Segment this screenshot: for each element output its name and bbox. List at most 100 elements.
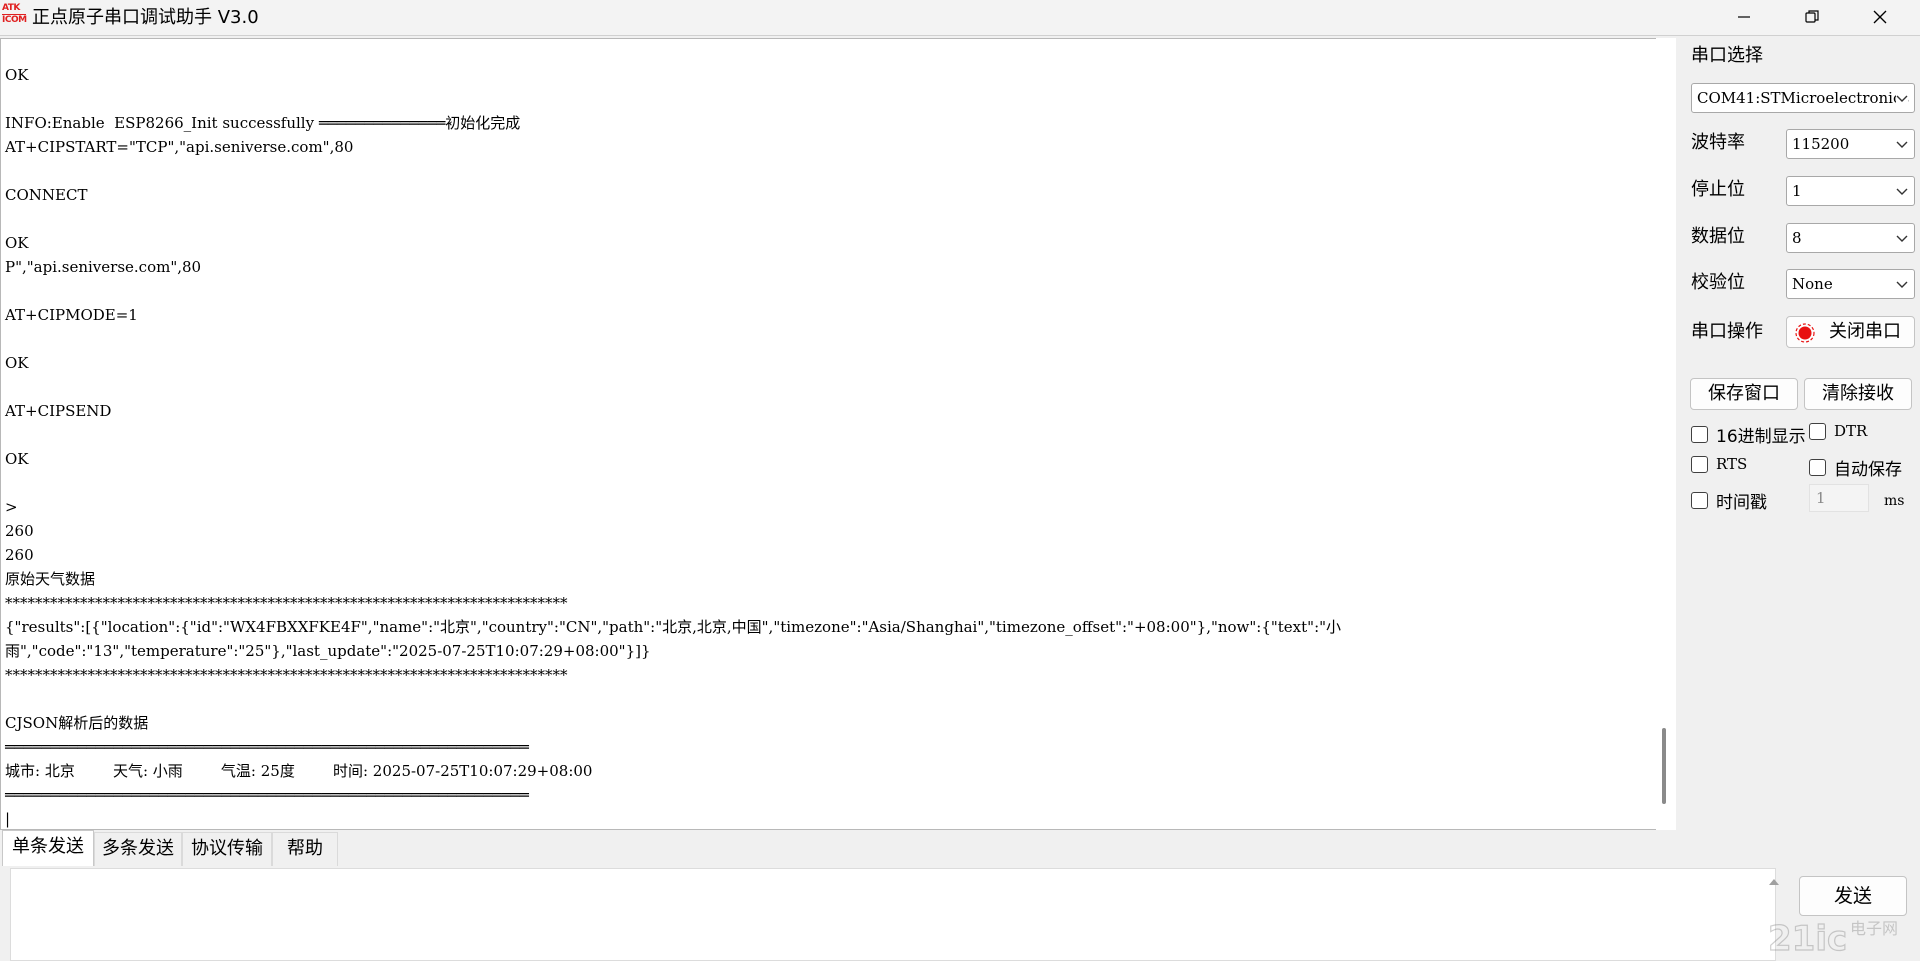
app-logo-icon: ATK ICOM bbox=[2, 3, 27, 25]
checkbox-box[interactable] bbox=[1691, 426, 1708, 443]
receive-line bbox=[5, 207, 1341, 231]
receive-line: CJSON解析后的数据 bbox=[5, 714, 149, 732]
checkbox-box[interactable] bbox=[1691, 455, 1708, 473]
auto-save-checkbox[interactable]: 自动保存 bbox=[1809, 455, 1902, 480]
tab-single-send[interactable]: 单条发送 bbox=[2, 830, 94, 866]
timestamp-ms-input[interactable]: 1 bbox=[1809, 484, 1869, 512]
minimize-button[interactable] bbox=[1710, 0, 1778, 34]
chevron-down-icon bbox=[1896, 235, 1908, 242]
receive-textbox[interactable]: OK INFO:Enable ESP8266_Init successfully … bbox=[0, 38, 1676, 830]
title-bar: ATK ICOM 正点原子串口调试助手 V3.0 bbox=[0, 0, 1920, 36]
receive-line: OK bbox=[5, 354, 29, 372]
receive-line bbox=[5, 87, 1341, 111]
receive-line bbox=[5, 159, 1341, 183]
receive-line: P","api.seniverse.com",80 bbox=[5, 258, 202, 276]
hex-display-checkbox[interactable]: 16进制显示 bbox=[1691, 422, 1806, 447]
data-bits-select[interactable]: 8 bbox=[1786, 223, 1915, 253]
checkbox-box[interactable] bbox=[1809, 422, 1826, 440]
baud-label: 波特率 bbox=[1691, 132, 1745, 153]
receive-line bbox=[5, 375, 1341, 399]
hex-display-label: 16进制显示 bbox=[1716, 427, 1806, 447]
stop-bits-select[interactable]: 1 bbox=[1786, 176, 1915, 206]
tab-protocol[interactable]: 协议传输 bbox=[182, 832, 272, 866]
tab-multi-send[interactable]: 多条发送 bbox=[94, 832, 182, 866]
port-operation-label: 串口操作 bbox=[1691, 321, 1763, 342]
port-label: 串口选择 bbox=[1691, 45, 1763, 66]
receive-scroll-thumb[interactable] bbox=[1662, 728, 1666, 804]
parity-value: None bbox=[1792, 275, 1833, 293]
parity-label: 校验位 bbox=[1691, 272, 1745, 293]
receive-line: AT+CIPMODE=1 bbox=[5, 306, 138, 324]
receive-line: ════════════════════════════════════════… bbox=[5, 786, 529, 804]
close-port-label: 关闭串口 bbox=[1829, 321, 1901, 342]
window-title: 正点原子串口调试助手 V3.0 bbox=[32, 7, 259, 28]
receive-line: ****************************************… bbox=[5, 594, 568, 612]
receive-line: 260 bbox=[5, 522, 34, 540]
receive-line: AT+CIPSEND bbox=[5, 402, 112, 420]
receive-line: {"results":[{"location":{"id":"WX4FBXXFK… bbox=[5, 618, 1342, 636]
baud-select[interactable]: 115200 bbox=[1786, 129, 1915, 159]
receive-line: 原始天气数据 bbox=[5, 570, 96, 588]
svg-text:电子网: 电子网 bbox=[1850, 919, 1898, 938]
stop-bits-value: 1 bbox=[1792, 182, 1802, 200]
receive-line: OK bbox=[5, 234, 29, 252]
checkbox-box[interactable] bbox=[1691, 492, 1708, 509]
chevron-down-icon bbox=[1896, 141, 1908, 148]
tab-help[interactable]: 帮助 bbox=[272, 832, 338, 866]
receive-line bbox=[5, 687, 1341, 711]
receive-line: INFO:Enable ESP8266_Init successfully ══… bbox=[5, 114, 521, 132]
parity-select[interactable]: None bbox=[1786, 269, 1915, 299]
receive-line: CONNECT bbox=[5, 186, 88, 204]
port-status-icon bbox=[1795, 323, 1815, 343]
receive-line: 城市: 北京 天气: 小雨 气温: 25度 时间: 2025-07-25T10:… bbox=[5, 762, 593, 780]
receive-line: OK bbox=[5, 66, 29, 84]
port-select-value: COM41:STMicroelectronics bbox=[1697, 89, 1910, 107]
receive-line: OK bbox=[5, 450, 29, 468]
restore-button[interactable] bbox=[1778, 0, 1846, 34]
receive-line: 雨","code":"13","temperature":"25"},"last… bbox=[5, 642, 651, 660]
stop-bits-label: 停止位 bbox=[1691, 179, 1745, 200]
dtr-label: DTR bbox=[1834, 422, 1868, 440]
data-bits-label: 数据位 bbox=[1691, 226, 1745, 247]
send-button[interactable]: 发送 bbox=[1799, 876, 1907, 916]
receive-line: > bbox=[5, 498, 18, 516]
dtr-checkbox[interactable]: DTR bbox=[1809, 422, 1867, 440]
receive-line bbox=[5, 327, 1341, 351]
receive-line: ════════════════════════════════════════… bbox=[5, 738, 529, 756]
timestamp-checkbox[interactable]: 时间戳 bbox=[1691, 488, 1767, 513]
receive-line bbox=[5, 279, 1341, 303]
chevron-down-icon bbox=[1896, 281, 1908, 288]
receive-line bbox=[5, 471, 1341, 495]
chevron-down-icon bbox=[1896, 93, 1908, 103]
save-window-button[interactable]: 保存窗口 bbox=[1690, 378, 1798, 410]
receive-content: OK INFO:Enable ESP8266_Init successfully … bbox=[5, 39, 1342, 829]
receive-line bbox=[5, 39, 1341, 63]
clear-receive-button[interactable]: 清除接收 bbox=[1804, 378, 1912, 410]
ms-unit-label: ms bbox=[1884, 493, 1905, 509]
timestamp-label: 时间戳 bbox=[1716, 493, 1767, 513]
data-bits-value: 8 bbox=[1792, 229, 1802, 247]
receive-line: AT+CIPSTART="TCP","api.seniverse.com",80 bbox=[5, 138, 354, 156]
auto-save-label: 自动保存 bbox=[1834, 460, 1902, 480]
baud-select-value: 115200 bbox=[1792, 135, 1850, 153]
tab-bar: 单条发送 多条发送 协议传输 帮助 bbox=[0, 830, 1676, 866]
minimize-icon bbox=[1738, 16, 1750, 18]
watermark-logo: 21ic 电子网 bbox=[1768, 918, 1898, 959]
close-port-button[interactable]: 关闭串口 bbox=[1786, 316, 1915, 348]
settings-panel: 串口选择 COM41:STMicroelectronics 波特率 115200… bbox=[1676, 36, 1920, 961]
rts-checkbox[interactable]: RTS bbox=[1691, 455, 1747, 473]
receive-line: 260 bbox=[5, 546, 34, 564]
receive-scrollbar[interactable] bbox=[1656, 38, 1676, 830]
rts-label: RTS bbox=[1716, 455, 1748, 473]
receive-line: | bbox=[5, 810, 11, 828]
send-textbox[interactable] bbox=[10, 868, 1776, 961]
app-window: ATK ICOM 正点原子串口调试助手 V3.0 OK INFO:Enable E… bbox=[0, 0, 1920, 961]
port-select[interactable]: COM41:STMicroelectronics bbox=[1691, 83, 1915, 113]
restore-icon bbox=[1805, 10, 1819, 23]
svg-text:21ic: 21ic bbox=[1768, 919, 1847, 959]
chevron-down-icon bbox=[1896, 188, 1908, 195]
scroll-up-icon[interactable] bbox=[1766, 874, 1782, 890]
checkbox-box[interactable] bbox=[1809, 459, 1826, 476]
receive-line: ****************************************… bbox=[5, 666, 568, 684]
close-button[interactable] bbox=[1846, 0, 1914, 34]
